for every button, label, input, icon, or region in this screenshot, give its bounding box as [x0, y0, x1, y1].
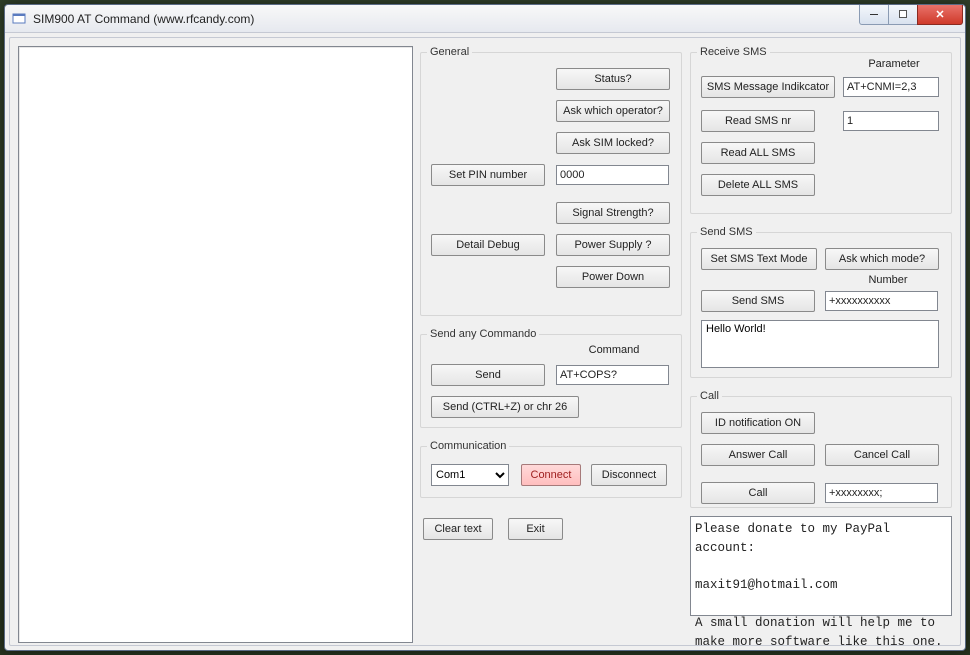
sms-message-textarea[interactable]: Hello World! — [701, 320, 939, 368]
send-button[interactable]: Send — [431, 364, 545, 386]
client-area: General Status? Ask which operator? Ask … — [9, 37, 961, 646]
number-label: Number — [843, 274, 933, 286]
donate-text: Please donate to my PayPal account: maxi… — [690, 516, 952, 616]
cancel-call-button[interactable]: Cancel Call — [825, 444, 939, 466]
power-supply-button[interactable]: Power Supply ? — [556, 234, 670, 256]
pin-input[interactable] — [556, 165, 669, 185]
window-title: SIM900 AT Command (www.rfcandy.com) — [33, 12, 860, 26]
group-send-sms: Send SMS Set SMS Text Mode Ask which mod… — [690, 226, 952, 378]
app-icon — [11, 11, 27, 27]
group-call-legend: Call — [697, 390, 722, 402]
titlebar: SIM900 AT Command (www.rfcandy.com) ✕ — [5, 5, 965, 33]
exit-button[interactable]: Exit — [508, 518, 563, 540]
output-textarea[interactable] — [18, 46, 413, 643]
power-down-button[interactable]: Power Down — [556, 266, 670, 288]
sms-indicator-button[interactable]: SMS Message Indikcator — [701, 76, 835, 98]
group-receive-sms-legend: Receive SMS — [697, 46, 770, 58]
maximize-button[interactable] — [888, 5, 918, 25]
read-sms-nr-input[interactable] — [843, 111, 939, 131]
answer-call-button[interactable]: Answer Call — [701, 444, 815, 466]
parameter-label: Parameter — [849, 58, 939, 70]
group-receive-sms: Receive SMS Parameter SMS Message Indikc… — [690, 46, 952, 214]
group-send-any: Send any Commando Command Send Send (CTR… — [420, 328, 682, 428]
group-general-legend: General — [427, 46, 472, 58]
send-ctrlz-button[interactable]: Send (CTRL+Z) or chr 26 — [431, 396, 579, 418]
group-general: General Status? Ask which operator? Ask … — [420, 46, 682, 316]
status-button[interactable]: Status? — [556, 68, 670, 90]
group-communication-legend: Communication — [427, 440, 509, 452]
read-sms-nr-button[interactable]: Read SMS nr — [701, 110, 815, 132]
minimize-button[interactable] — [859, 5, 889, 25]
parameter-input[interactable] — [843, 77, 939, 97]
connect-button[interactable]: Connect — [521, 464, 581, 486]
id-notification-button[interactable]: ID notification ON — [701, 412, 815, 434]
group-send-sms-legend: Send SMS — [697, 226, 756, 238]
command-input[interactable] — [556, 365, 669, 385]
disconnect-button[interactable]: Disconnect — [591, 464, 667, 486]
group-send-any-legend: Send any Commando — [427, 328, 539, 340]
ask-operator-button[interactable]: Ask which operator? — [556, 100, 670, 122]
clear-text-button[interactable]: Clear text — [423, 518, 493, 540]
close-button[interactable]: ✕ — [917, 5, 963, 25]
group-call: Call ID notification ON Answer Call Canc… — [690, 390, 952, 508]
delete-all-sms-button[interactable]: Delete ALL SMS — [701, 174, 815, 196]
group-communication: Communication Com1 Connect Disconnect — [420, 440, 682, 498]
signal-strength-button[interactable]: Signal Strength? — [556, 202, 670, 224]
ask-which-mode-button[interactable]: Ask which mode? — [825, 248, 939, 270]
call-button[interactable]: Call — [701, 482, 815, 504]
ask-sim-locked-button[interactable]: Ask SIM locked? — [556, 132, 670, 154]
send-sms-button[interactable]: Send SMS — [701, 290, 815, 312]
detail-debug-button[interactable]: Detail Debug — [431, 234, 545, 256]
set-pin-button[interactable]: Set PIN number — [431, 164, 545, 186]
set-sms-text-mode-button[interactable]: Set SMS Text Mode — [701, 248, 817, 270]
call-number-input[interactable] — [825, 483, 938, 503]
command-label: Command — [569, 344, 659, 356]
app-window: SIM900 AT Command (www.rfcandy.com) ✕ Ge… — [4, 4, 966, 651]
read-all-sms-button[interactable]: Read ALL SMS — [701, 142, 815, 164]
com-port-select[interactable]: Com1 — [431, 464, 509, 486]
sms-number-input[interactable] — [825, 291, 938, 311]
